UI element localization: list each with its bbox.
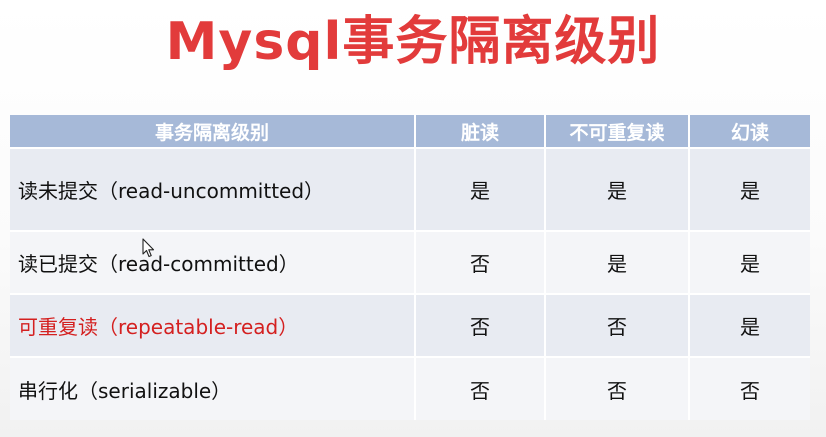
header-dirty-read: 脏读 [415,115,546,148]
dirty-read-value: 否 [415,230,546,294]
phantom-read-value: 是 [689,293,810,357]
mouse-cursor-icon [142,238,155,258]
non-repeatable-read-value: 否 [545,293,690,357]
non-repeatable-read-value: 否 [545,356,690,420]
non-repeatable-read-value: 是 [545,230,690,294]
header-isolation-level: 事务隔离级别 [10,115,416,148]
phantom-read-value: 是 [689,147,810,231]
header-phantom-read: 幻读 [689,115,810,148]
dirty-read-value: 是 [415,147,546,231]
table-row: 串行化（serializable） 否 否 否 [10,356,810,420]
table-row: 可重复读（repeatable-read） 否 否 是 [10,293,810,357]
level-name: 读未提交（read-uncommitted） [10,147,416,231]
dirty-read-value: 否 [415,356,546,420]
phantom-read-value: 是 [689,230,810,294]
slide-title: Mysql事务隔离级别 [165,12,661,72]
level-name: 串行化（serializable） [10,356,416,420]
level-name: 可重复读（repeatable-read） [10,293,416,357]
header-non-repeatable-read: 不可重复读 [545,115,690,148]
table-row: 读未提交（read-uncommitted） 是 是 是 [10,147,810,231]
level-name: 读已提交（read-committed） [10,230,416,294]
phantom-read-value: 否 [689,356,810,420]
table-row: 读已提交（read-committed） 否 是 是 [10,230,810,294]
dirty-read-value: 否 [415,293,546,357]
non-repeatable-read-value: 是 [545,147,690,231]
table-header-row: 事务隔离级别 脏读 不可重复读 幻读 [10,115,810,148]
isolation-level-table: 事务隔离级别 脏读 不可重复读 幻读 读未提交（read-uncommitted… [10,115,810,420]
